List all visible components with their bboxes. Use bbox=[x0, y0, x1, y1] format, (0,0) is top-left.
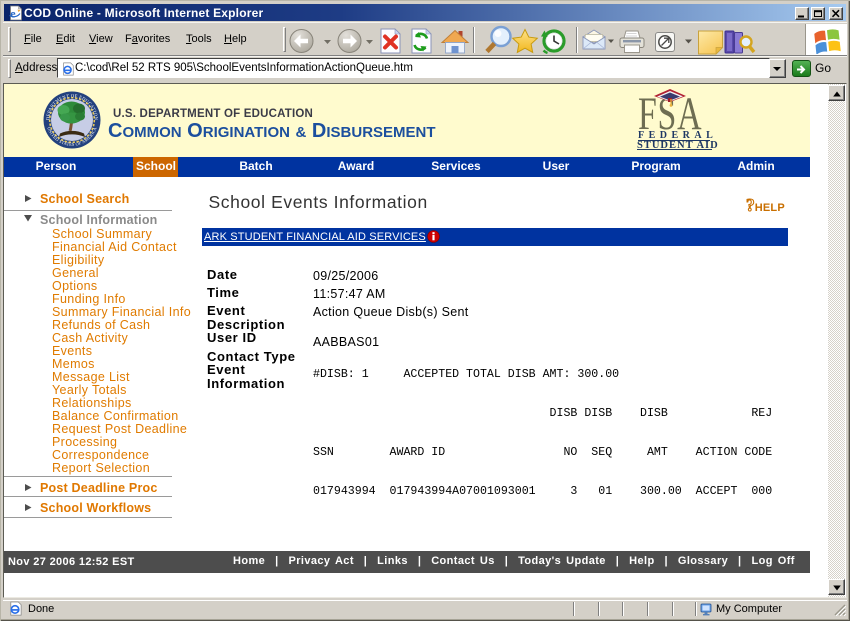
svg-text:e: e bbox=[10, 7, 16, 21]
